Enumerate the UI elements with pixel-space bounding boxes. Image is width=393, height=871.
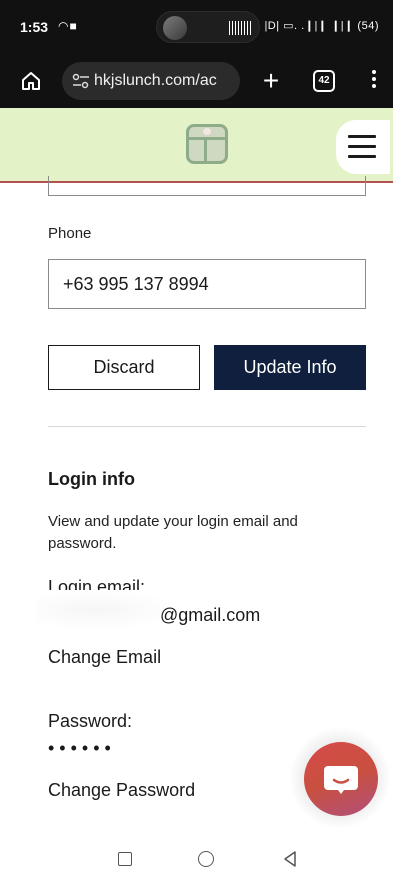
section-divider <box>48 426 366 427</box>
password-mask: •••••• <box>48 738 116 758</box>
system-status-icons: |D| ▭. .❙|❙ ❙|❙ (54) <box>264 20 379 32</box>
login-info-title: Login info <box>48 469 135 489</box>
plus-icon[interactable]: + <box>257 64 285 98</box>
home-icon[interactable] <box>20 70 42 92</box>
hamburger-icon[interactable] <box>336 120 390 174</box>
recents-icon[interactable] <box>118 852 132 866</box>
more-vert-icon[interactable] <box>370 70 378 92</box>
phone-field[interactable] <box>48 259 366 309</box>
browser-toolbar: hkjslunch.com/ac + 42 <box>0 56 393 108</box>
system-nav-bar <box>0 836 393 871</box>
discard-button[interactable]: Discard <box>48 345 200 390</box>
notification-icons: ◠■ <box>58 19 78 33</box>
change-password-link[interactable]: Change Password <box>48 780 195 801</box>
phone-label: Phone <box>48 225 92 242</box>
chat-bubble-icon[interactable] <box>304 742 378 816</box>
login-email-value: @gmail.com <box>160 605 261 625</box>
url-text: hkjslunch.com/ac <box>94 72 217 89</box>
tab-switcher-icon[interactable]: 42 <box>313 70 335 92</box>
back-triangle-icon[interactable] <box>282 850 298 868</box>
status-bar: 1:53 ◠■ |D| ▭. .❙|❙ ❙|❙ (54) <box>0 0 393 56</box>
site-header <box>0 108 393 183</box>
change-email-link[interactable]: Change Email <box>48 647 161 668</box>
media-thumbnail-icon <box>163 16 187 40</box>
lunchbox-gift-icon[interactable] <box>186 124 228 164</box>
circle-home-icon[interactable] <box>198 851 214 867</box>
address-bar[interactable]: hkjslunch.com/ac <box>62 62 240 100</box>
login-info-description: View and update your login email and pas… <box>48 513 298 552</box>
tune-icon[interactable] <box>72 73 90 89</box>
status-time: 1:53 <box>20 19 49 35</box>
media-indicator[interactable] <box>156 11 260 43</box>
password-label: Password: <box>48 711 133 731</box>
update-info-button[interactable]: Update Info <box>214 345 366 390</box>
previous-field[interactable] <box>48 176 366 196</box>
audio-wave-icon <box>229 21 253 35</box>
